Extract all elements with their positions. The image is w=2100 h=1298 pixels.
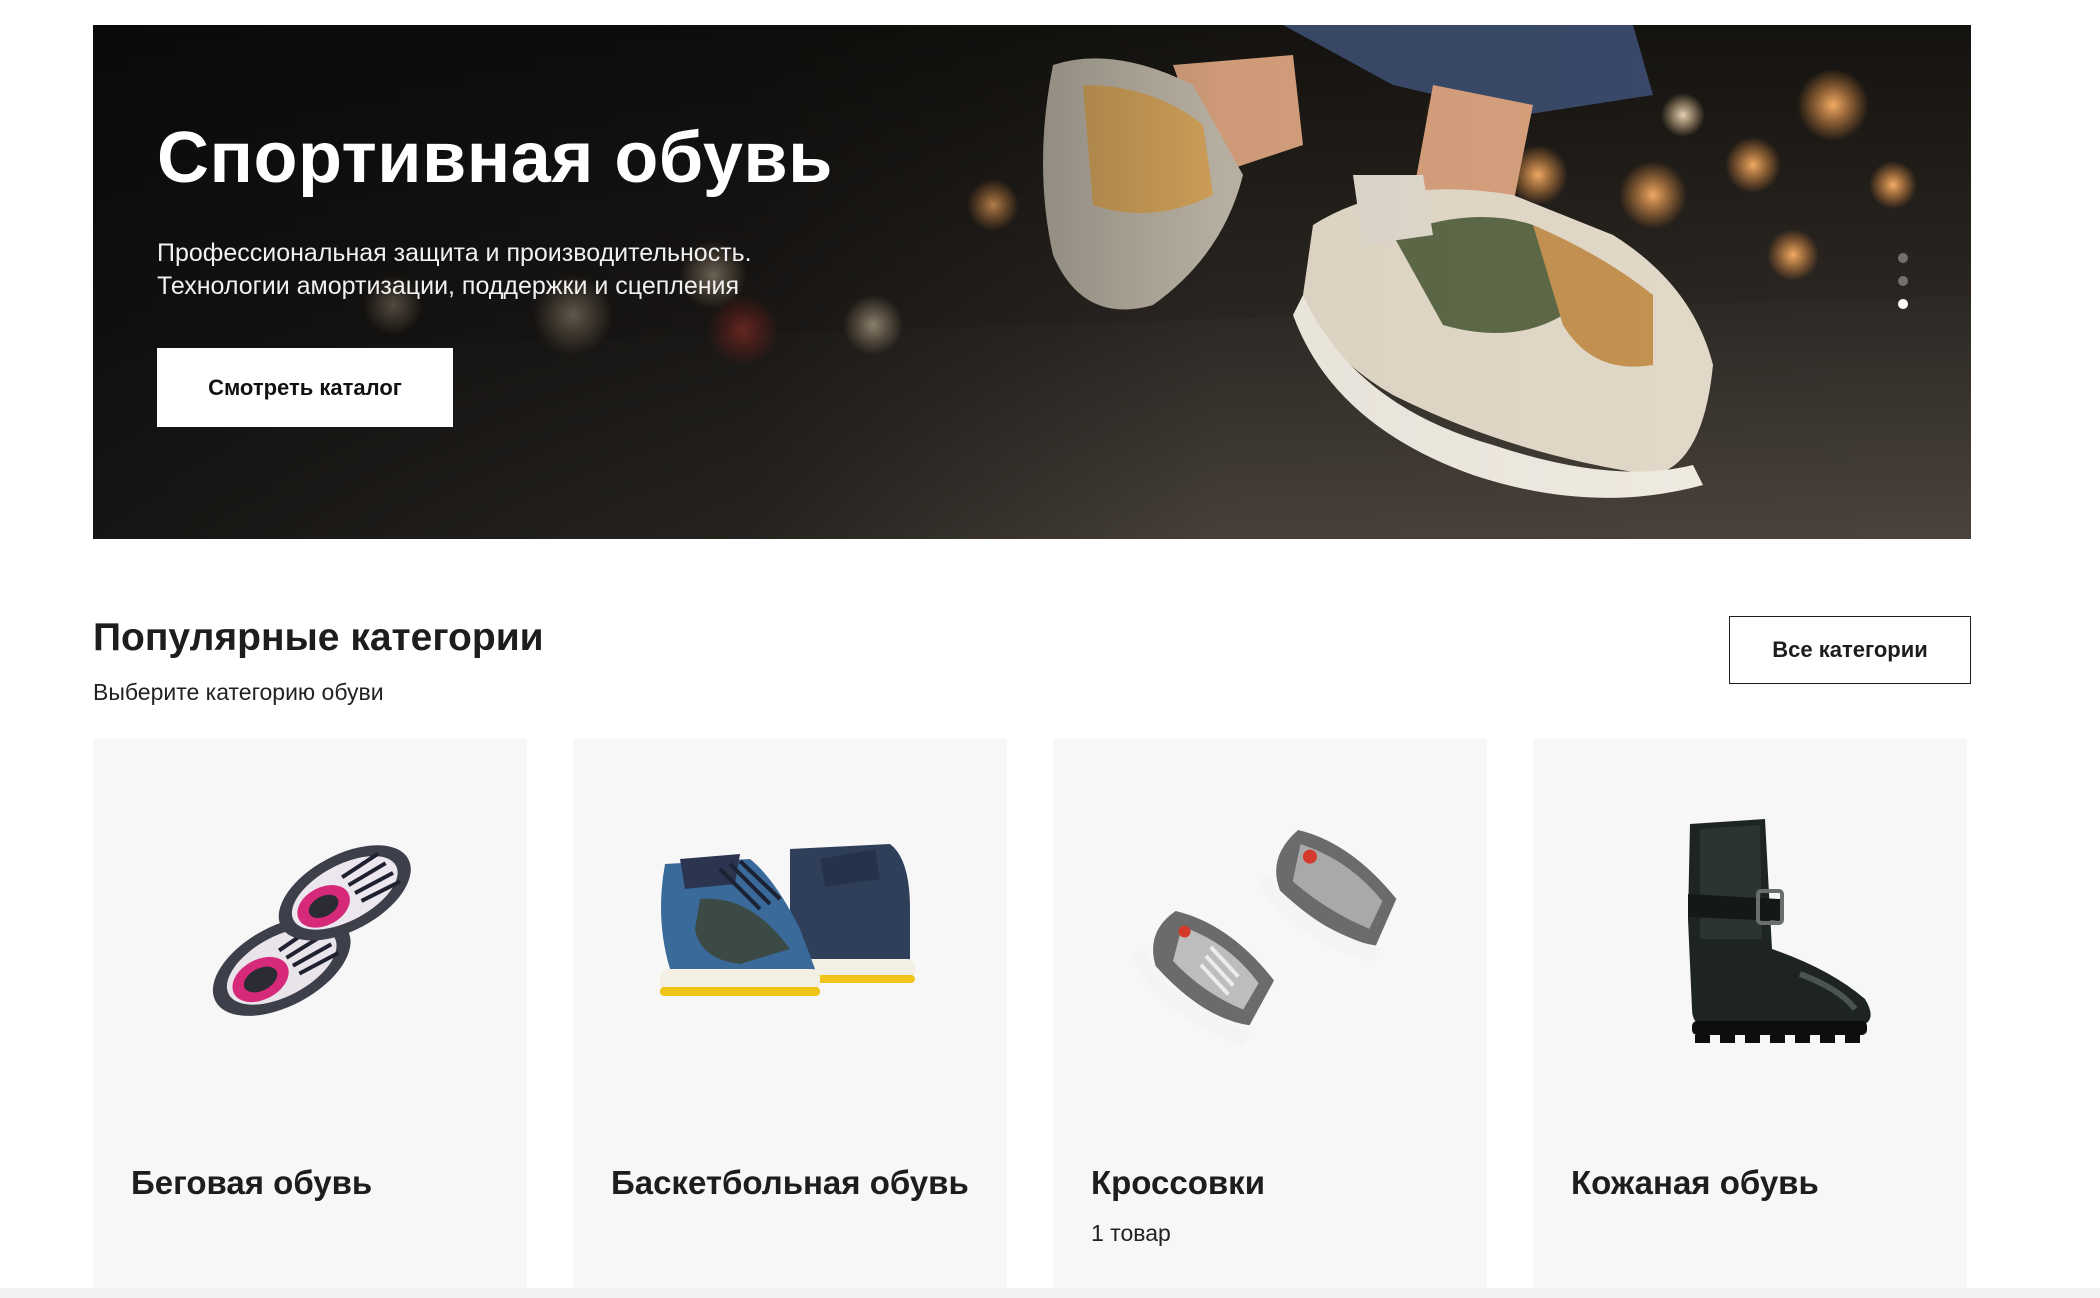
slider-dot-1[interactable]	[1898, 253, 1908, 263]
category-card-leather[interactable]: Кожаная обувь	[1533, 739, 1967, 1288]
category-name: Баскетбольная обувь	[611, 1164, 969, 1201]
sneakers-image	[1130, 830, 1397, 1046]
category-grid: Беговая обувь Баскетбольная обувь Кроссо…	[93, 739, 1971, 1288]
hero-banner: Спортивная обувь Профессиональная защита…	[93, 25, 1971, 539]
view-catalog-button[interactable]: Смотреть каталог	[157, 348, 453, 427]
slider-dot-3[interactable]	[1898, 299, 1908, 309]
slider-pagination	[1898, 253, 1908, 309]
category-name: Кожаная обувь	[1571, 1164, 1819, 1201]
hero-title: Спортивная обувь	[157, 118, 833, 198]
category-card-basketball[interactable]: Баскетбольная обувь	[573, 739, 1007, 1288]
category-name: Кроссовки	[1091, 1164, 1265, 1201]
section-title: Популярные категории	[93, 616, 544, 659]
slider-dot-2[interactable]	[1898, 276, 1908, 286]
basketball-shoes-image	[660, 844, 915, 996]
page-bottom-strip	[0, 1288, 2100, 1298]
hero-subtitle-line-2: Технологии амортизации, поддержки и сцеп…	[157, 272, 740, 300]
category-card-sneakers[interactable]: Кроссовки 1 товар	[1053, 739, 1487, 1288]
category-card-running[interactable]: Беговая обувь	[93, 739, 527, 1288]
running-shoes-image	[212, 845, 411, 1016]
category-product-count: 1 товар	[1091, 1220, 1171, 1246]
hero-subtitle: Профессиональная защита и производительн…	[157, 237, 917, 303]
leather-boots-image	[1688, 819, 1871, 1043]
section-subtitle: Выберите категорию обуви	[93, 679, 384, 705]
all-categories-button[interactable]: Все категории	[1729, 616, 1971, 684]
hero-subtitle-line-1: Профессиональная защита и производительн…	[157, 239, 752, 267]
category-name: Беговая обувь	[131, 1164, 373, 1201]
